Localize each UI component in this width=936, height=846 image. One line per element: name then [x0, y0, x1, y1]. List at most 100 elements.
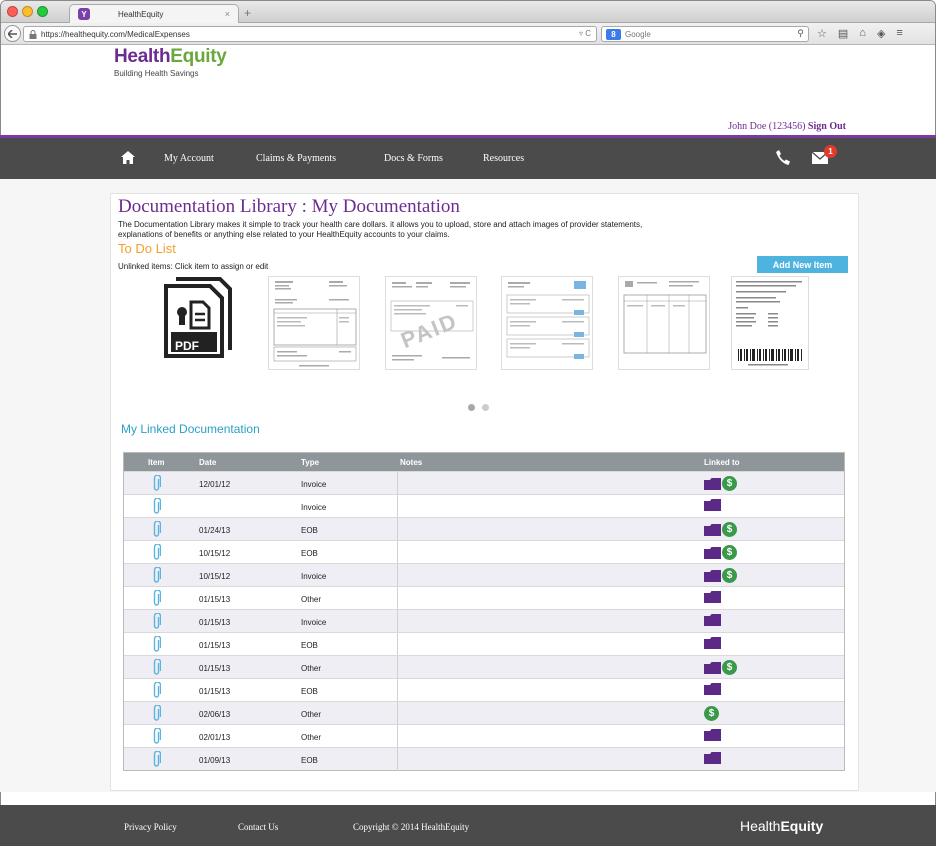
carousel-dot-2[interactable] [482, 404, 489, 411]
unlinked-item-form[interactable] [618, 276, 710, 370]
row-linked-to: $ [704, 476, 737, 491]
unlinked-item-statement[interactable] [268, 276, 360, 370]
row-linked-to [704, 729, 721, 741]
row-date: 12/01/12 [199, 480, 231, 489]
unlinked-item-receipt[interactable] [731, 276, 809, 370]
dollar-icon[interactable]: $ [722, 660, 737, 675]
row-type: Other [301, 595, 322, 604]
nav-my-account[interactable]: My Account [164, 153, 214, 164]
unlinked-item-eob[interactable] [501, 276, 593, 370]
table-row[interactable]: 01/09/13 EOB [124, 747, 844, 771]
table-row[interactable]: 10/15/12 EOB $ [124, 540, 844, 564]
sign-out-link[interactable]: Sign Out [808, 121, 846, 132]
back-button[interactable] [4, 25, 21, 42]
paperclip-icon[interactable] [152, 751, 161, 768]
home-icon[interactable] [121, 151, 135, 164]
paperclip-icon[interactable] [152, 521, 161, 538]
dollar-icon[interactable]: $ [722, 568, 737, 583]
table-row[interactable]: 12/01/12 Invoice $ [124, 471, 844, 495]
privacy-policy-link[interactable]: Privacy Policy [124, 822, 177, 832]
logo-tagline: Building Health Savings [114, 69, 199, 78]
row-type: EOB [301, 641, 318, 650]
folder-icon[interactable] [704, 569, 721, 582]
paperclip-icon[interactable] [152, 590, 161, 607]
table-row[interactable]: 01/15/13 Invoice [124, 609, 844, 633]
carousel-dot-1[interactable] [468, 404, 475, 411]
table-row[interactable]: 01/15/13 EOB [124, 632, 844, 656]
table-row[interactable]: 01/15/13 Other [124, 586, 844, 610]
contact-us-link[interactable]: Contact Us [238, 822, 278, 832]
nav-claims-payments[interactable]: Claims & Payments [256, 153, 336, 164]
folder-icon[interactable] [704, 661, 721, 674]
folder-icon[interactable] [704, 614, 721, 626]
dollar-icon[interactable]: $ [722, 545, 737, 560]
site-footer: Privacy Policy Contact Us Copyright © 20… [0, 805, 936, 846]
unlinked-item-pdf[interactable] [160, 276, 238, 370]
home-browser-icon[interactable]: ⌂ [859, 27, 866, 40]
notes-cell-divider [397, 679, 398, 702]
paperclip-icon[interactable] [152, 475, 161, 492]
paperclip-icon[interactable] [152, 636, 161, 653]
paperclip-icon[interactable] [152, 682, 161, 699]
table-row[interactable]: 01/24/13 EOB $ [124, 517, 844, 541]
addon-icon[interactable]: ◈ [877, 27, 885, 40]
add-new-item-button[interactable]: Add New Item [757, 256, 848, 273]
table-row[interactable]: 01/15/13 Other $ [124, 655, 844, 679]
table-row[interactable]: 02/06/13 Other $ [124, 701, 844, 725]
search-icon[interactable]: ⚲ [797, 28, 804, 39]
folder-icon[interactable] [704, 499, 721, 511]
paperclip-icon[interactable] [152, 544, 161, 561]
footer-logo-health: Health [740, 818, 781, 834]
table-row[interactable]: 01/15/13 EOB [124, 678, 844, 702]
folder-icon[interactable] [704, 729, 721, 741]
folder-icon[interactable] [704, 477, 721, 490]
folder-icon[interactable] [704, 683, 721, 695]
paperclip-icon[interactable] [152, 567, 161, 584]
table-row[interactable]: 10/15/12 Invoice $ [124, 563, 844, 587]
dollar-icon[interactable]: $ [722, 522, 737, 537]
paperclip-icon[interactable] [152, 498, 161, 515]
table-body: 12/01/12 Invoice $ Invoice 01/24/13 EOB $ 10/15… [124, 471, 844, 771]
dollar-icon[interactable]: $ [704, 706, 719, 721]
minimize-window-button[interactable] [22, 6, 33, 17]
user-name: John Doe (123456) [728, 121, 806, 132]
paperclip-icon[interactable] [152, 705, 161, 722]
paperclip-icon[interactable] [152, 728, 161, 745]
table-row[interactable]: Invoice [124, 494, 844, 518]
new-tab-button[interactable]: + [244, 6, 251, 20]
address-bar[interactable]: https://healthequity.com/MedicalExpenses… [23, 26, 597, 42]
paperclip-icon[interactable] [152, 659, 161, 676]
search-field[interactable]: 8 Google ⚲ [601, 26, 809, 42]
folder-icon[interactable] [704, 752, 721, 764]
notes-cell-divider [397, 587, 398, 610]
paperclip-icon[interactable] [152, 613, 161, 630]
phone-icon[interactable] [776, 150, 790, 165]
healthequity-logo[interactable]: HealthEquity Building Health Savings [114, 46, 227, 78]
zoom-window-button[interactable] [37, 6, 48, 17]
folder-icon[interactable] [704, 523, 721, 536]
col-type-header: Type [301, 458, 320, 467]
nav-docs-forms[interactable]: Docs & Forms [384, 153, 443, 164]
row-date: 02/06/13 [199, 710, 231, 719]
folder-icon[interactable] [704, 591, 721, 603]
dollar-icon[interactable]: $ [722, 476, 737, 491]
table-header: Item Date Type Notes Linked to [124, 453, 844, 471]
tab-close-icon[interactable]: × [225, 9, 230, 19]
browser-tab[interactable]: Y HealthEquity × [69, 4, 239, 23]
row-type: Other [301, 710, 322, 719]
nav-resources[interactable]: Resources [483, 153, 524, 164]
user-info: John Doe (123456) Sign Out [728, 121, 846, 132]
close-window-button[interactable] [7, 6, 18, 17]
reading-list-icon[interactable]: ▤ [838, 27, 848, 40]
row-type: EOB [301, 549, 318, 558]
notes-cell-divider [397, 633, 398, 656]
folder-icon[interactable] [704, 546, 721, 559]
statement-thumbnail [273, 281, 357, 367]
carousel-pagination [468, 404, 489, 411]
menu-icon[interactable]: ≡ [896, 27, 902, 40]
pdf-label: PDF [175, 339, 199, 353]
reload-icon[interactable]: ▿ C [579, 29, 591, 38]
table-row[interactable]: 02/01/13 Other [124, 724, 844, 748]
folder-icon[interactable] [704, 637, 721, 649]
bookmark-star-icon[interactable]: ☆ [817, 27, 827, 40]
